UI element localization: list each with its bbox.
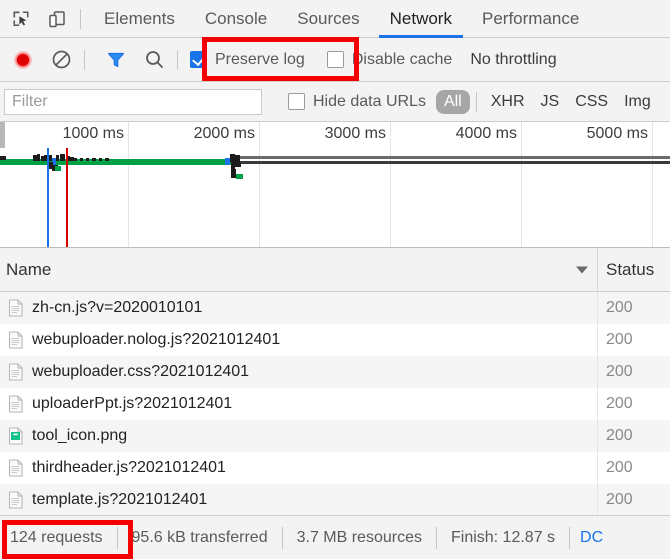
record-icon[interactable]	[8, 45, 38, 75]
tab-performance[interactable]: Performance	[467, 0, 594, 38]
image-file-icon	[8, 427, 24, 445]
status-dom-content-loaded: DC	[570, 529, 613, 547]
script-file-icon	[8, 491, 24, 509]
disable-cache-label: Disable cache	[352, 51, 453, 69]
toolbar-divider-3	[177, 50, 178, 70]
request-status: 200	[598, 452, 670, 484]
table-row[interactable]: thirdheader.js?2021012401 200	[0, 452, 670, 484]
overview-tick-label: 3000 ms	[325, 125, 390, 143]
filter-pill-divider	[476, 92, 477, 112]
preserve-log-label: Preserve log	[215, 51, 305, 69]
script-file-icon	[8, 363, 24, 381]
sort-descending-icon	[576, 266, 588, 273]
request-name: thirdheader.js?2021012401	[32, 459, 226, 477]
tab-console[interactable]: Console	[190, 0, 282, 38]
preserve-log-checkmark-icon	[190, 51, 207, 68]
overview-request-bands	[0, 148, 670, 180]
hide-data-urls-checkbox[interactable]: Hide data URLs	[288, 93, 426, 111]
preserve-log-checkbox[interactable]: Preserve log	[190, 51, 305, 69]
inspect-element-icon[interactable]	[6, 4, 36, 34]
overview-tick-label: 1000 ms	[63, 125, 128, 143]
hide-data-urls-box-icon	[288, 93, 305, 110]
request-name-cell: webuploader.nolog.js?2021012401	[0, 324, 598, 356]
requests-table-body: zh-cn.js?v=2020010101 200 webuploader.no…	[0, 292, 670, 515]
request-status: 200	[598, 356, 670, 388]
table-row[interactable]: template.js?2021012401 200	[0, 484, 670, 515]
request-name: uploaderPpt.js?2021012401	[32, 395, 232, 413]
script-file-icon	[8, 459, 24, 477]
disable-cache-checkbox[interactable]: Disable cache	[327, 51, 453, 69]
filter-pill-all[interactable]: All	[436, 90, 470, 114]
tab-network[interactable]: Network	[375, 0, 467, 38]
request-name: webuploader.nolog.js?2021012401	[32, 331, 280, 349]
table-row[interactable]: webuploader.css?2021012401 200	[0, 356, 670, 388]
throttling-select[interactable]: No throttling	[470, 51, 556, 69]
overview-ruler: 1000 ms 2000 ms 3000 ms 4000 ms 5000 ms	[0, 122, 670, 150]
filter-funnel-icon[interactable]	[101, 45, 131, 75]
request-name-cell: zh-cn.js?v=2020010101	[0, 292, 598, 324]
filter-pill-css[interactable]: CSS	[567, 90, 616, 114]
request-status: 200	[598, 484, 670, 515]
requests-table-header: Name Status	[0, 248, 670, 292]
script-file-icon	[8, 395, 24, 413]
request-name: zh-cn.js?v=2020010101	[32, 299, 202, 317]
network-toolbar: Preserve log Disable cache No throttling	[0, 38, 670, 82]
request-name-cell: template.js?2021012401	[0, 484, 598, 515]
status-requests-count: 124 requests	[0, 529, 117, 547]
column-header-name[interactable]: Name	[0, 248, 598, 292]
network-status-bar: 124 requests 95.6 kB transferred 3.7 MB …	[0, 515, 670, 559]
request-name-cell: thirdheader.js?2021012401	[0, 452, 598, 484]
overview-tick-label: 5000 ms	[587, 125, 652, 143]
request-name: tool_icon.png	[32, 427, 127, 445]
status-resources: 3.7 MB resources	[283, 529, 436, 547]
table-row[interactable]: tool_icon.png 200	[0, 420, 670, 452]
table-row[interactable]: zh-cn.js?v=2020010101 200	[0, 292, 670, 324]
script-file-icon	[8, 331, 24, 349]
toolbar-divider	[80, 9, 81, 29]
request-name-cell: uploaderPpt.js?2021012401	[0, 388, 598, 420]
filter-input[interactable]	[4, 89, 262, 115]
dom-content-loaded-marker	[47, 148, 49, 248]
network-filter-bar: Hide data URLs All XHR JS CSS Img	[0, 82, 670, 122]
tab-sources[interactable]: Sources	[282, 0, 374, 38]
status-transferred: 95.6 kB transferred	[118, 529, 282, 547]
status-finish-time: Finish: 12.87 s	[437, 529, 569, 547]
panel-tabs: Elements Console Sources Network Perform…	[89, 0, 594, 38]
filter-pill-img[interactable]: Img	[616, 90, 659, 114]
devtools-network-panel: Elements Console Sources Network Perform…	[0, 0, 670, 559]
disable-cache-box-icon	[327, 51, 344, 68]
load-event-marker	[66, 148, 68, 248]
request-status: 200	[598, 324, 670, 356]
request-name-cell: webuploader.css?2021012401	[0, 356, 598, 388]
table-row[interactable]: uploaderPpt.js?2021012401 200	[0, 388, 670, 420]
device-toolbar-icon[interactable]	[42, 4, 72, 34]
request-name: webuploader.css?2021012401	[32, 363, 249, 381]
filter-pill-js[interactable]: JS	[533, 90, 568, 114]
search-icon[interactable]	[139, 45, 169, 75]
overview-tick-label: 4000 ms	[456, 125, 521, 143]
clear-icon[interactable]	[46, 45, 76, 75]
script-file-icon	[8, 299, 24, 317]
network-overview-timeline[interactable]: 1000 ms 2000 ms 3000 ms 4000 ms 5000 ms	[0, 122, 670, 248]
column-header-status[interactable]: Status	[598, 248, 670, 292]
request-status: 200	[598, 420, 670, 452]
request-status: 200	[598, 292, 670, 324]
tab-elements[interactable]: Elements	[89, 0, 190, 38]
toolbar-divider-2	[84, 50, 85, 70]
devtools-tabbar: Elements Console Sources Network Perform…	[0, 0, 670, 38]
hide-data-urls-label: Hide data URLs	[313, 93, 426, 111]
filter-pill-xhr[interactable]: XHR	[483, 90, 533, 114]
request-status: 200	[598, 388, 670, 420]
overview-tick-label: 2000 ms	[194, 125, 259, 143]
request-name: template.js?2021012401	[32, 491, 207, 509]
table-row[interactable]: webuploader.nolog.js?2021012401 200	[0, 324, 670, 356]
request-name-cell: tool_icon.png	[0, 420, 598, 452]
